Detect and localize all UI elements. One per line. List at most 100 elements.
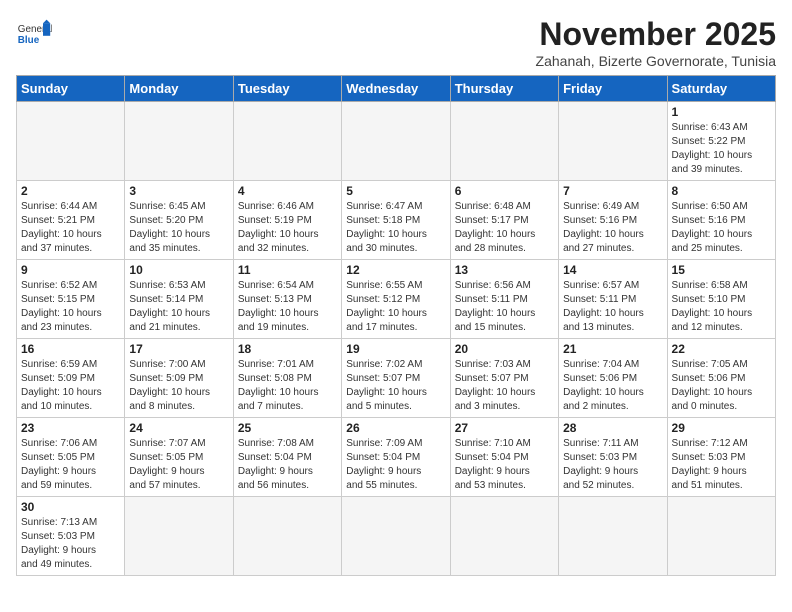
day-number: 12 xyxy=(346,263,445,277)
day-number: 11 xyxy=(238,263,337,277)
month-title: November 2025 xyxy=(536,16,776,53)
day-info: Sunrise: 6:52 AM Sunset: 5:15 PM Dayligh… xyxy=(21,279,120,335)
day-info: Sunrise: 7:00 AM Sunset: 5:09 PM Dayligh… xyxy=(129,358,228,414)
calendar-cell: 1 Sunrise: 6:43 AM Sunset: 5:22 PM Daylig… xyxy=(667,102,775,181)
day-number: 26 xyxy=(346,421,445,435)
day-number: 2 xyxy=(21,184,120,198)
calendar-cell: 23Sunrise: 7:06 AM Sunset: 5:05 PM Dayli… xyxy=(17,418,125,497)
calendar-cell: 16 Sunrise: 6:59 AM Sunset: 5:09 PM Dayli… xyxy=(17,339,125,418)
calendar-cell xyxy=(450,102,558,181)
day-info: Sunrise: 7:08 AM Sunset: 5:04 PM Dayligh… xyxy=(238,437,337,493)
weekday-header-tuesday: Tuesday xyxy=(233,76,341,102)
day-number: 18 xyxy=(238,342,337,356)
calendar-cell xyxy=(17,102,125,181)
calendar-cell: 2 Sunrise: 6:44 AM Sunset: 5:21 PM Daylig… xyxy=(17,181,125,260)
day-number: 25 xyxy=(238,421,337,435)
day-info: Sunrise: 6:45 AM Sunset: 5:20 PM Dayligh… xyxy=(129,200,228,256)
day-number: 22 xyxy=(672,342,771,356)
calendar-cell: 11 Sunrise: 6:54 AM Sunset: 5:13 PM Dayli… xyxy=(233,260,341,339)
calendar-cell: 22Sunrise: 7:05 AM Sunset: 5:06 PM Dayli… xyxy=(667,339,775,418)
calendar-cell: 29Sunrise: 7:12 AM Sunset: 5:03 PM Dayli… xyxy=(667,418,775,497)
day-number: 29 xyxy=(672,421,771,435)
calendar-cell: 27Sunrise: 7:10 AM Sunset: 5:04 PM Dayli… xyxy=(450,418,558,497)
day-number: 3 xyxy=(129,184,228,198)
day-info: Sunrise: 6:57 AM Sunset: 5:11 PM Dayligh… xyxy=(563,279,662,335)
day-info: Sunrise: 7:10 AM Sunset: 5:04 PM Dayligh… xyxy=(455,437,554,493)
day-info: Sunrise: 6:59 AM Sunset: 5:09 PM Dayligh… xyxy=(21,358,120,414)
calendar-cell: 13 Sunrise: 6:56 AM Sunset: 5:11 PM Dayli… xyxy=(450,260,558,339)
day-info: Sunrise: 7:11 AM Sunset: 5:03 PM Dayligh… xyxy=(563,437,662,493)
calendar-cell xyxy=(559,497,667,576)
calendar-cell xyxy=(342,497,450,576)
day-info: Sunrise: 6:48 AM Sunset: 5:17 PM Dayligh… xyxy=(455,200,554,256)
subtitle: Zahanah, Bizerte Governorate, Tunisia xyxy=(536,53,776,69)
day-number: 16 xyxy=(21,342,120,356)
calendar-cell: 18Sunrise: 7:01 AM Sunset: 5:08 PM Dayli… xyxy=(233,339,341,418)
calendar-cell: 3 Sunrise: 6:45 AM Sunset: 5:20 PM Daylig… xyxy=(125,181,233,260)
calendar-cell xyxy=(559,102,667,181)
day-info: Sunrise: 6:49 AM Sunset: 5:16 PM Dayligh… xyxy=(563,200,662,256)
calendar-cell xyxy=(125,497,233,576)
calendar-cell: 9 Sunrise: 6:52 AM Sunset: 5:15 PM Daylig… xyxy=(17,260,125,339)
calendar-cell: 20 Sunrise: 7:03 AM Sunset: 5:07 PM Dayli… xyxy=(450,339,558,418)
calendar-row: 1 Sunrise: 6:43 AM Sunset: 5:22 PM Daylig… xyxy=(17,102,776,181)
day-number: 21 xyxy=(563,342,662,356)
calendar-cell: 25 Sunrise: 7:08 AM Sunset: 5:04 PM Dayli… xyxy=(233,418,341,497)
calendar-cell xyxy=(233,497,341,576)
calendar-cell: 14Sunrise: 6:57 AM Sunset: 5:11 PM Dayli… xyxy=(559,260,667,339)
title-block: November 2025 Zahanah, Bizerte Governora… xyxy=(536,16,776,69)
calendar-cell: 26 Sunrise: 7:09 AM Sunset: 5:04 PM Dayli… xyxy=(342,418,450,497)
day-number: 24 xyxy=(129,421,228,435)
calendar-cell: 19Sunrise: 7:02 AM Sunset: 5:07 PM Dayli… xyxy=(342,339,450,418)
day-info: Sunrise: 6:44 AM Sunset: 5:21 PM Dayligh… xyxy=(21,200,120,256)
calendar-cell: 6 Sunrise: 6:48 AM Sunset: 5:17 PM Daylig… xyxy=(450,181,558,260)
day-info: Sunrise: 7:03 AM Sunset: 5:07 PM Dayligh… xyxy=(455,358,554,414)
calendar-row: 16 Sunrise: 6:59 AM Sunset: 5:09 PM Dayli… xyxy=(17,339,776,418)
day-number: 10 xyxy=(129,263,228,277)
day-info: Sunrise: 7:09 AM Sunset: 5:04 PM Dayligh… xyxy=(346,437,445,493)
day-info: Sunrise: 6:56 AM Sunset: 5:11 PM Dayligh… xyxy=(455,279,554,335)
logo-icon: General Blue xyxy=(16,16,52,52)
day-number: 1 xyxy=(672,105,771,119)
calendar-cell xyxy=(125,102,233,181)
weekday-header-friday: Friday xyxy=(559,76,667,102)
day-number: 7 xyxy=(563,184,662,198)
calendar-row: 30Sunrise: 7:13 AM Sunset: 5:03 PM Dayli… xyxy=(17,497,776,576)
svg-text:Blue: Blue xyxy=(18,35,40,46)
calendar-cell: 7 Sunrise: 6:49 AM Sunset: 5:16 PM Daylig… xyxy=(559,181,667,260)
day-info: Sunrise: 6:53 AM Sunset: 5:14 PM Dayligh… xyxy=(129,279,228,335)
day-number: 8 xyxy=(672,184,771,198)
day-info: Sunrise: 7:02 AM Sunset: 5:07 PM Dayligh… xyxy=(346,358,445,414)
weekday-header-monday: Monday xyxy=(125,76,233,102)
calendar-cell: 24 Sunrise: 7:07 AM Sunset: 5:05 PM Dayli… xyxy=(125,418,233,497)
calendar-cell: 28 Sunrise: 7:11 AM Sunset: 5:03 PM Dayli… xyxy=(559,418,667,497)
day-number: 4 xyxy=(238,184,337,198)
calendar-cell xyxy=(342,102,450,181)
weekday-header-thursday: Thursday xyxy=(450,76,558,102)
day-info: Sunrise: 6:50 AM Sunset: 5:16 PM Dayligh… xyxy=(672,200,771,256)
calendar-cell xyxy=(233,102,341,181)
calendar-cell: 30Sunrise: 7:13 AM Sunset: 5:03 PM Dayli… xyxy=(17,497,125,576)
calendar-cell xyxy=(667,497,775,576)
day-number: 13 xyxy=(455,263,554,277)
calendar-cell: 21Sunrise: 7:04 AM Sunset: 5:06 PM Dayli… xyxy=(559,339,667,418)
day-info: Sunrise: 6:46 AM Sunset: 5:19 PM Dayligh… xyxy=(238,200,337,256)
day-info: Sunrise: 6:58 AM Sunset: 5:10 PM Dayligh… xyxy=(672,279,771,335)
day-info: Sunrise: 6:54 AM Sunset: 5:13 PM Dayligh… xyxy=(238,279,337,335)
day-info: Sunrise: 7:13 AM Sunset: 5:03 PM Dayligh… xyxy=(21,516,120,572)
weekday-header-sunday: Sunday xyxy=(17,76,125,102)
day-number: 20 xyxy=(455,342,554,356)
day-number: 28 xyxy=(563,421,662,435)
day-info: Sunrise: 6:47 AM Sunset: 5:18 PM Dayligh… xyxy=(346,200,445,256)
day-number: 6 xyxy=(455,184,554,198)
calendar-row: 23Sunrise: 7:06 AM Sunset: 5:05 PM Dayli… xyxy=(17,418,776,497)
day-info: Sunrise: 7:07 AM Sunset: 5:05 PM Dayligh… xyxy=(129,437,228,493)
day-number: 17 xyxy=(129,342,228,356)
weekday-header-row: SundayMondayTuesdayWednesdayThursdayFrid… xyxy=(17,76,776,102)
day-number: 9 xyxy=(21,263,120,277)
logo: General Blue xyxy=(16,16,52,52)
day-info: Sunrise: 6:43 AM Sunset: 5:22 PM Dayligh… xyxy=(672,121,771,177)
calendar-cell xyxy=(450,497,558,576)
calendar-row: 9 Sunrise: 6:52 AM Sunset: 5:15 PM Daylig… xyxy=(17,260,776,339)
day-info: Sunrise: 7:06 AM Sunset: 5:05 PM Dayligh… xyxy=(21,437,120,493)
